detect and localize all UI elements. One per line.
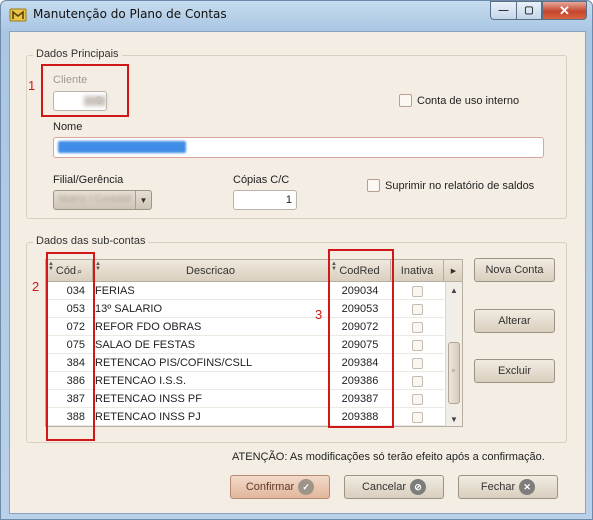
cell-inativa: [391, 372, 443, 390]
grip-icon: ≡: [452, 368, 455, 374]
cell-inativa: [391, 354, 443, 372]
cell-descricao: RETENCAO INSS PJ: [95, 411, 201, 423]
footer-message: ATENÇÃO: As modificações só terão efeito…: [232, 451, 545, 463]
conta-uso-interno-label: Conta de uso interno: [417, 95, 520, 107]
cancelar-button[interactable]: Cancelar ⊘: [344, 475, 444, 499]
inativa-checkbox[interactable]: [411, 321, 423, 333]
cell-descricao: RETENCAO INSS PF: [95, 393, 202, 405]
inativa-checkbox[interactable]: [411, 375, 423, 387]
cell-descricao: RETENCAO PIS/COFINS/CSLL: [95, 357, 253, 369]
column-descricao-label: Descricao: [186, 265, 235, 277]
scroll-down-icon[interactable]: ▼: [446, 411, 462, 426]
cancel-icon: ⊘: [410, 479, 427, 495]
nome-input[interactable]: [53, 137, 544, 158]
inativa-checkbox[interactable]: [411, 285, 423, 297]
inativa-checkbox[interactable]: [411, 303, 423, 315]
chevron-down-icon: ▼: [135, 191, 151, 209]
filial-label: Filial/Gerência: [53, 174, 124, 186]
cell-descricao: RETENCAO I.S.S.: [95, 375, 187, 387]
inativa-checkbox[interactable]: [411, 357, 423, 369]
annotation-label-3: 3: [315, 307, 323, 322]
cell-inativa: [391, 336, 443, 354]
filial-value: Matriz / Contabil: [59, 194, 132, 205]
filial-select[interactable]: Matriz / Contabil ▼: [53, 190, 152, 210]
cell-inativa: [391, 318, 443, 336]
cell-descricao: REFOR FDO OBRAS: [95, 321, 202, 333]
inativa-checkbox[interactable]: [411, 393, 423, 405]
cell-descricao: SALAO DE FESTAS: [95, 339, 196, 351]
cell-inativa: [391, 300, 443, 318]
cell-inativa: [391, 390, 443, 408]
cell-descricao: FERIAS: [95, 285, 135, 297]
sub-contas-label: Dados das sub-contas: [33, 235, 149, 247]
cell-descricao: 13º SALARIO: [95, 303, 162, 315]
close-circle-icon: ✕: [519, 479, 536, 495]
minimize-button[interactable]: —: [490, 1, 516, 20]
scroll-thumb[interactable]: ≡: [448, 342, 460, 404]
sub-contas-table: ▲ ▼ Cód ⌕ ▲ ▼ Descricao ▲ ▼ CodRed Inativa …: [45, 259, 463, 427]
nova-conta-button[interactable]: Nova Conta: [474, 258, 555, 282]
excluir-label: Excluir: [497, 365, 531, 377]
nome-selection-redacted: [58, 141, 186, 153]
column-header-descricao[interactable]: ▲ ▼ Descricao: [93, 260, 329, 282]
excluir-button[interactable]: Excluir: [474, 359, 555, 383]
dados-principais-label: Dados Principais: [33, 48, 122, 60]
column-header-inativa[interactable]: Inativa: [391, 260, 444, 282]
scroll-up-icon[interactable]: ▲: [446, 282, 462, 298]
conta-uso-interno-checkbox[interactable]: [399, 94, 412, 107]
table-header: ▲ ▼ Cód ⌕ ▲ ▼ Descricao ▲ ▼ CodRed Inativa …: [46, 260, 462, 282]
alterar-button[interactable]: Alterar: [474, 309, 555, 333]
check-icon: ✓: [298, 479, 315, 495]
confirmar-label: Confirmar: [245, 481, 295, 493]
suprimir-checkbox[interactable]: [367, 179, 380, 192]
fechar-label: Fechar: [480, 481, 516, 493]
fechar-button[interactable]: Fechar ✕: [458, 475, 558, 499]
alterar-label: Alterar: [498, 315, 531, 327]
copias-input[interactable]: 1: [233, 190, 297, 210]
nova-conta-label: Nova Conta: [485, 264, 544, 276]
annotation-box-2: [46, 252, 95, 441]
copias-value: 1: [285, 194, 292, 206]
confirmar-button[interactable]: Confirmar ✓: [230, 475, 330, 499]
close-button[interactable]: ✕: [542, 1, 587, 20]
inativa-checkbox[interactable]: [411, 339, 423, 351]
copias-label: Cópias C/C: [233, 174, 290, 186]
cell-inativa: [391, 282, 443, 300]
annotation-box-3: [328, 249, 394, 428]
cell-inativa: [391, 408, 443, 426]
sort-icon: ▲ ▼: [95, 261, 101, 272]
column-scroll-right-icon[interactable]: ▶: [444, 260, 462, 282]
nome-label: Nome: [53, 121, 83, 133]
annotation-label-1: 1: [28, 78, 36, 93]
window: Manutenção do Plano de Contas — ▢ ✕ Dado…: [0, 0, 593, 520]
cancelar-label: Cancelar: [361, 481, 407, 493]
title-bar[interactable]: Manutenção do Plano de Contas — ▢ ✕: [1, 1, 592, 29]
window-title: Manutenção do Plano de Contas: [33, 7, 227, 21]
column-inativa-label: Inativa: [400, 265, 434, 277]
folder-m-icon: [9, 8, 27, 22]
maximize-button[interactable]: ▢: [516, 1, 542, 20]
annotation-label-2: 2: [32, 279, 40, 294]
inativa-checkbox[interactable]: [411, 411, 423, 423]
suprimir-label: Suprimir no relatório de saldos: [385, 180, 535, 192]
table-vertical-scrollbar[interactable]: ▲ ≡ ▼: [445, 282, 462, 426]
annotation-box-1: [41, 64, 129, 117]
